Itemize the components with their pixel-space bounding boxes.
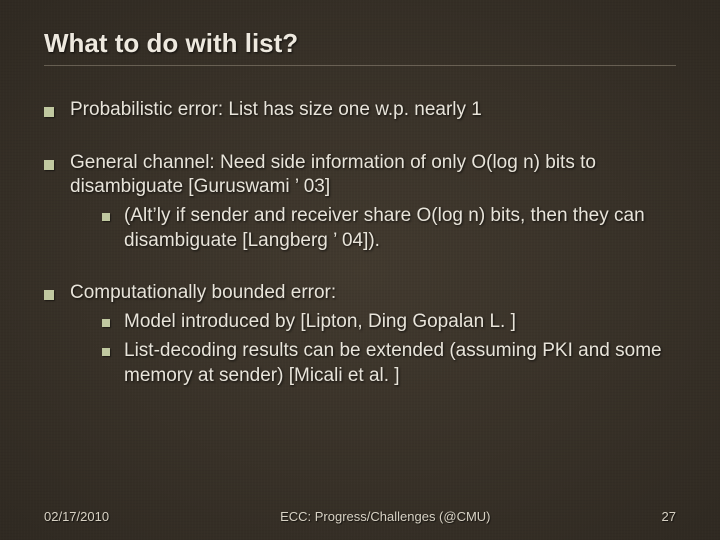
bullet-item: Computationally bounded error: Model int… <box>44 281 676 388</box>
sub-bullet-item: Model introduced by [Lipton, Ding Gopala… <box>102 310 676 335</box>
sub-bullet-item: (Alt’ly if sender and receiver share O(l… <box>102 204 676 253</box>
footer-date: 02/17/2010 <box>44 509 109 524</box>
slide-body: Probabilistic error: List has size one w… <box>44 98 676 388</box>
sub-bullet-text: Model introduced by [Lipton, Ding Gopala… <box>124 310 676 335</box>
square-bullet-icon <box>44 290 54 300</box>
square-bullet-icon <box>44 107 54 117</box>
square-bullet-icon <box>102 319 110 327</box>
bullet-text-line: Computationally bounded error: <box>70 282 336 303</box>
footer-center: ECC: Progress/Challenges (@CMU) <box>280 509 490 524</box>
slide: What to do with list? Probabilistic erro… <box>0 0 720 540</box>
bullet-item: General channel: Need side information o… <box>44 151 676 254</box>
bullet-text: General channel: Need side information o… <box>70 151 676 254</box>
sub-bullet-item: List-decoding results can be extended (a… <box>102 339 676 388</box>
bullet-item: Probabilistic error: List has size one w… <box>44 98 676 123</box>
bullet-text: Computationally bounded error: Model int… <box>70 281 676 388</box>
square-bullet-icon <box>102 348 110 356</box>
title-underline <box>44 65 676 66</box>
footer-page-number: 27 <box>662 509 676 524</box>
square-bullet-icon <box>102 213 110 221</box>
slide-footer: 02/17/2010 ECC: Progress/Challenges (@CM… <box>0 509 720 524</box>
bullet-text: Probabilistic error: List has size one w… <box>70 98 676 123</box>
square-bullet-icon <box>44 160 54 170</box>
sub-bullet-text: (Alt’ly if sender and receiver share O(l… <box>124 204 676 253</box>
sub-bullet-text: List-decoding results can be extended (a… <box>124 339 676 388</box>
slide-title: What to do with list? <box>44 28 676 59</box>
bullet-text-line: General channel: Need side information o… <box>70 152 596 198</box>
